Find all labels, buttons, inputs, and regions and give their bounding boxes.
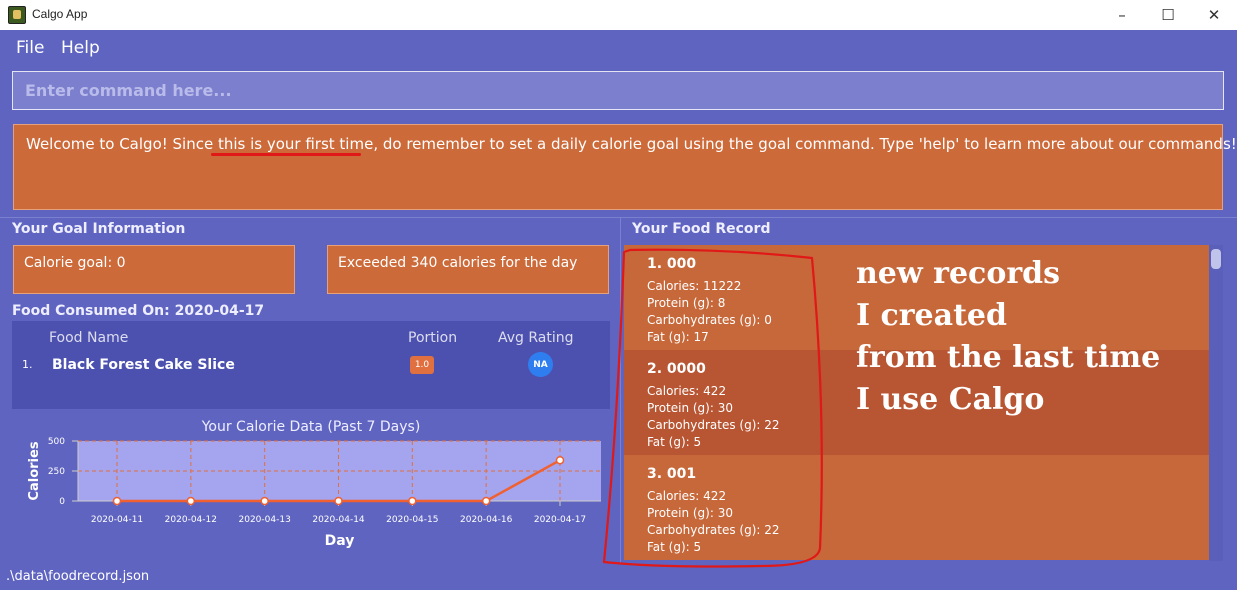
- section-divider: [0, 217, 1237, 218]
- y-tick-label: 0: [59, 497, 65, 507]
- record-calories: Calories: 422: [647, 384, 727, 398]
- data-point: [260, 496, 269, 506]
- result-display: Welcome to Calgo! Since this is your fir…: [13, 124, 1237, 210]
- record-fat: Fat (g): 17: [647, 330, 709, 344]
- y-tick-label: 250: [48, 467, 65, 477]
- chart-title: Your Calorie Data (Past 7 Days): [201, 419, 421, 435]
- x-tick-label: 2020-04-14: [312, 515, 365, 525]
- menu-file[interactable]: File: [16, 38, 44, 58]
- record-fat: Fat (g): 5: [647, 540, 702, 554]
- record-calories: Calories: 422: [647, 489, 727, 503]
- record-protein: Protein (g): 30: [647, 401, 733, 415]
- column-food-name: Food Name: [49, 330, 129, 346]
- annotation-line: from the last time: [856, 340, 1161, 375]
- x-tick-label: 2020-04-16: [460, 515, 513, 525]
- data-point: [186, 496, 196, 506]
- annotation-line: I use Calgo: [856, 382, 1045, 417]
- x-tick-label: 2020-04-15: [386, 515, 438, 525]
- x-tick-label: 2020-04-12: [165, 515, 217, 525]
- scroll-thumb[interactable]: [1211, 249, 1221, 269]
- annotation-underline: [211, 153, 361, 156]
- calorie-goal-box: Calorie goal: 0: [13, 245, 295, 294]
- record-item[interactable]: 3. 001 Calories: 422 Protein (g): 30 Car…: [624, 455, 1209, 560]
- menu-bar: File Help: [0, 30, 1237, 64]
- result-text: Welcome to Calgo! Since this is your fir…: [26, 135, 1237, 153]
- panel-divider: [620, 217, 621, 563]
- data-point: [334, 496, 343, 506]
- x-tick-label: 2020-04-13: [239, 515, 291, 525]
- record-scrollbar[interactable]: [1209, 245, 1223, 561]
- record-carbs: Carbohydrates (g): 22: [647, 523, 780, 537]
- record-title: 1. 000: [647, 256, 697, 272]
- menu-help[interactable]: Help: [61, 38, 100, 58]
- goal-header: Your Goal Information: [12, 221, 186, 237]
- consumed-header: Food Consumed On: 2020-04-17: [12, 303, 265, 319]
- record-protein: Protein (g): 8: [647, 296, 726, 310]
- portion-badge: 1.0: [410, 356, 434, 374]
- window-title: Calgo App: [32, 7, 88, 21]
- record-title: 2. 0000: [647, 361, 706, 377]
- x-axis-label: Day: [325, 533, 355, 549]
- column-avg-rating: Avg Rating: [498, 330, 574, 346]
- record-fat: Fat (g): 5: [647, 435, 702, 449]
- y-tick-label: 500: [48, 437, 65, 447]
- x-tick-label: 2020-04-11: [91, 515, 143, 525]
- close-button[interactable]: ✕: [1191, 0, 1237, 30]
- consumed-table: Food Name Portion Avg Rating 1. Black Fo…: [12, 321, 610, 409]
- data-point: [112, 496, 122, 506]
- status-bar: .\data\foodrecord.json: [0, 566, 1237, 590]
- command-box: [12, 71, 1224, 110]
- maximize-button[interactable]: ☐: [1145, 0, 1191, 30]
- record-calories: Calories: 11222: [647, 279, 742, 293]
- record-protein: Protein (g): 30: [647, 506, 733, 520]
- minimize-button[interactable]: –: [1099, 0, 1145, 30]
- record-title: 3. 001: [647, 466, 697, 482]
- column-portion: Portion: [408, 330, 458, 346]
- app-icon: [8, 6, 26, 24]
- x-tick-label: 2020-04-17: [534, 515, 586, 525]
- annotation-line: new records: [856, 256, 1061, 291]
- row-number: 1.: [22, 358, 33, 371]
- row-food-name: Black Forest Cake Slice: [52, 357, 235, 373]
- command-input[interactable]: [13, 72, 1223, 109]
- y-axis-label: Calories: [27, 441, 42, 500]
- data-point: [481, 496, 491, 506]
- annotation-line: I created: [856, 298, 1007, 333]
- status-file-path: .\data\foodrecord.json: [6, 569, 150, 584]
- calorie-chart: Your Calorie Data (Past 7 Days) 0 250 500 20…: [12, 413, 610, 563]
- title-bar: Calgo App – ☐ ✕: [0, 0, 1237, 30]
- data-point: [408, 496, 417, 506]
- goal-status-box: Exceeded 340 calories for the day: [327, 245, 609, 294]
- record-carbs: Carbohydrates (g): 22: [647, 418, 780, 432]
- rating-badge: NA: [528, 352, 553, 377]
- record-header: Your Food Record: [632, 221, 771, 237]
- calorie-chart-svg: Your Calorie Data (Past 7 Days) 0 250 500 20…: [27, 419, 601, 549]
- data-point: [555, 455, 565, 465]
- record-carbs: Carbohydrates (g): 0: [647, 313, 772, 327]
